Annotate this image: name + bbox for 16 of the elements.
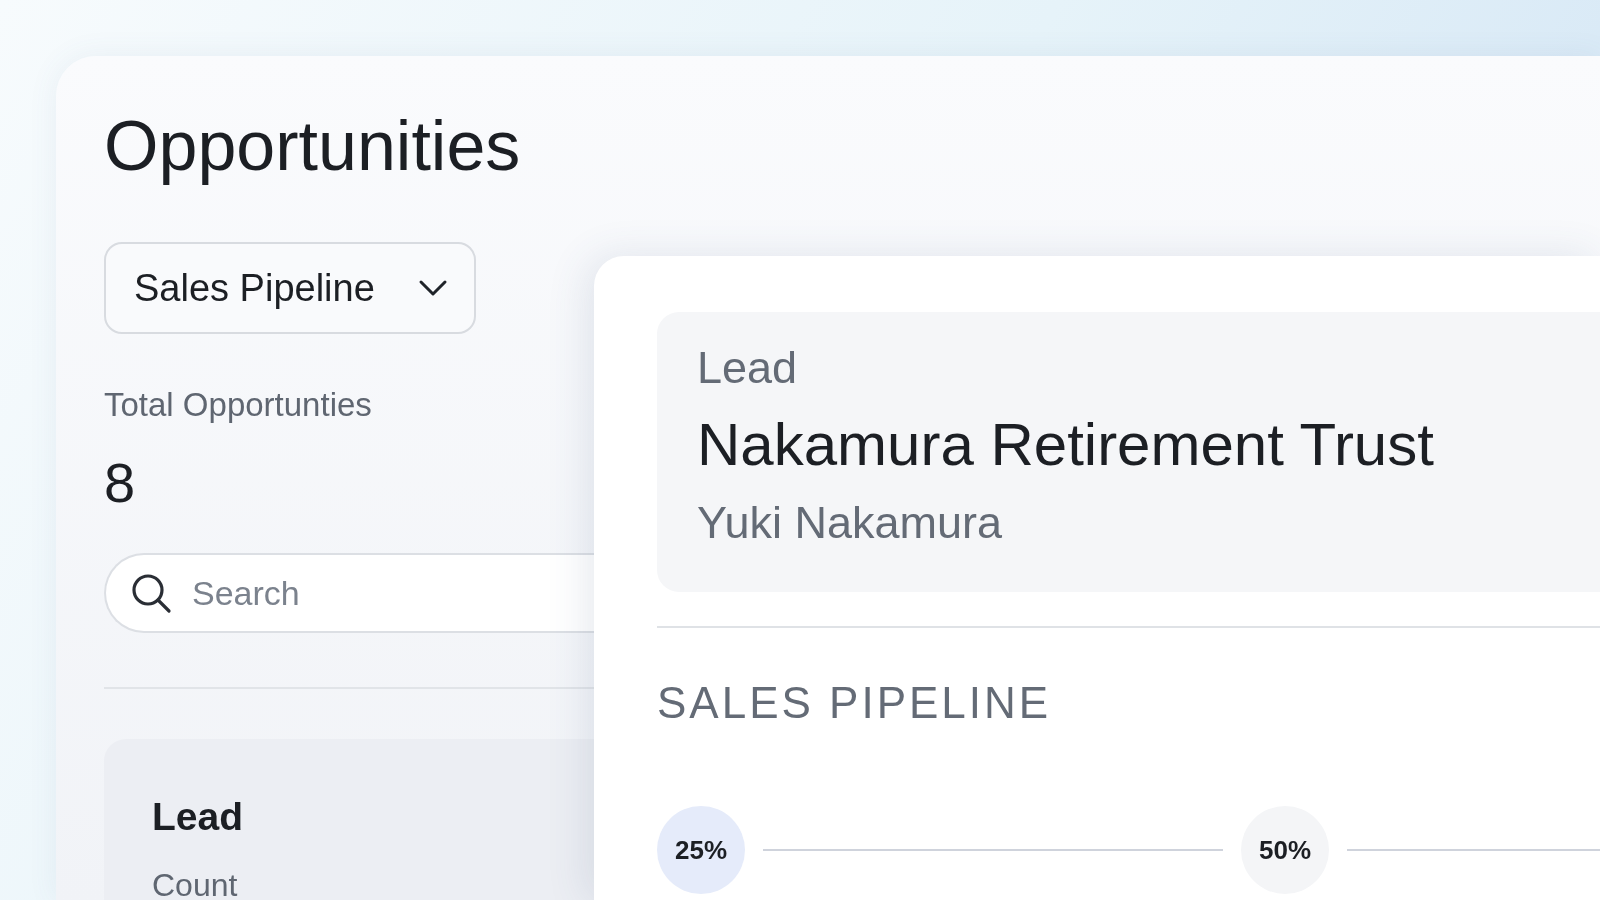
pipeline-step[interactable]: 50%: [1241, 806, 1329, 894]
section-heading: SALES PIPELINE: [657, 678, 1053, 728]
search-icon: [130, 572, 172, 614]
pipeline-dropdown[interactable]: Sales Pipeline: [104, 242, 476, 334]
page-title: Opportunities: [104, 106, 521, 187]
opportunity-name: Nakamura Retirement Trust: [697, 410, 1435, 479]
stage-title: Lead: [152, 795, 245, 839]
chevron-down-icon: [418, 279, 448, 297]
stage-card[interactable]: Lead Count: [104, 739, 594, 900]
search-field[interactable]: Search: [104, 553, 594, 633]
contact-name: Yuki Nakamura: [697, 497, 1004, 549]
count-label: Count: [152, 867, 239, 900]
stage-label: Lead: [697, 342, 799, 394]
pipeline-step[interactable]: 25%: [657, 806, 745, 894]
total-value: 8: [104, 450, 136, 515]
total-label: Total Opportunties: [104, 386, 372, 424]
